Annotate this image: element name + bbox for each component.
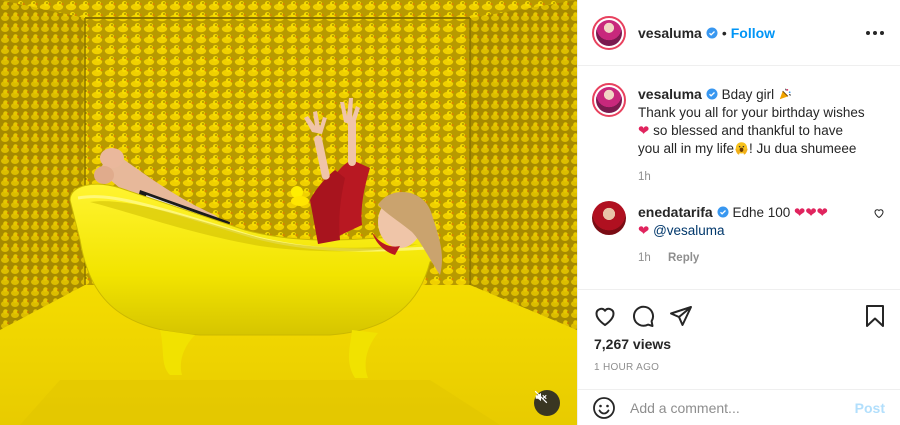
video-frame <box>0 0 577 425</box>
post-timestamp[interactable]: 1 HOUR AGO <box>578 352 900 373</box>
comment-age[interactable]: 1h <box>638 252 651 264</box>
caption-text-line3: so blessed and thankful to have <box>653 123 843 138</box>
comment-composer: Post <box>578 389 900 425</box>
red-heart-icon: ❤ <box>638 123 650 138</box>
comment-text: Edhe 100 <box>732 205 791 220</box>
comment-author-username[interactable]: enedatarifa <box>638 204 713 220</box>
caption-text-line1: Bday girl <box>721 87 775 102</box>
share-paper-plane-icon[interactable] <box>669 304 693 328</box>
red-heart-icon: ❤ <box>638 223 650 238</box>
save-bookmark-icon[interactable] <box>863 304 887 328</box>
header-separator: • <box>721 24 727 41</box>
post-video[interactable] <box>0 0 577 425</box>
reply-button[interactable]: Reply <box>668 252 699 264</box>
comment-mention-link[interactable]: @vesaluma <box>653 223 724 238</box>
caption-text-line4: you all in my life <box>638 141 735 156</box>
caption-text-line2: Thank you all for your birthday wishes <box>638 105 865 120</box>
face-with-hands-icon <box>735 142 748 155</box>
emoji-picker-icon[interactable] <box>592 396 616 420</box>
caption-author-avatar[interactable] <box>592 83 626 117</box>
comment-author-avatar[interactable] <box>592 201 626 235</box>
author-avatar[interactable] <box>592 15 626 50</box>
comment-bubble-icon[interactable] <box>631 304 655 328</box>
speaker-muted-icon <box>534 390 548 404</box>
comment-item: enedatarifa Edhe 100 ❤❤❤ ❤ @vesaluma 1h … <box>592 201 885 264</box>
caption-text-line5: ! Ju dua shumeee <box>749 141 857 156</box>
author-username[interactable]: vesaluma <box>638 25 702 41</box>
verified-badge-icon <box>717 206 729 218</box>
caption-age[interactable]: 1h <box>638 171 651 183</box>
post-side-panel: vesaluma • Follow vesaluma Bday girl Tha… <box>577 0 900 425</box>
mute-toggle-button[interactable] <box>534 390 560 416</box>
comment-like-heart-icon[interactable] <box>873 207 885 219</box>
instagram-post: vesaluma • Follow vesaluma Bday girl Tha… <box>0 0 900 425</box>
party-popper-icon <box>779 88 791 100</box>
view-count[interactable]: 7,267 views <box>578 334 900 352</box>
like-heart-icon[interactable] <box>593 304 617 328</box>
add-comment-input[interactable] <box>630 399 855 416</box>
post-header: vesaluma • Follow <box>578 0 900 66</box>
post-comment-button[interactable]: Post <box>855 400 885 416</box>
more-options-icon[interactable] <box>866 30 884 35</box>
caption: vesaluma Bday girl Thank you all for you… <box>592 83 885 183</box>
comments-list: vesaluma Bday girl Thank you all for you… <box>578 67 900 289</box>
caption-author-username[interactable]: vesaluma <box>638 86 702 102</box>
red-hearts-icon: ❤❤❤ <box>794 205 828 220</box>
verified-badge-icon <box>706 88 718 100</box>
follow-button[interactable]: Follow <box>731 25 775 41</box>
verified-badge-icon <box>706 27 718 38</box>
